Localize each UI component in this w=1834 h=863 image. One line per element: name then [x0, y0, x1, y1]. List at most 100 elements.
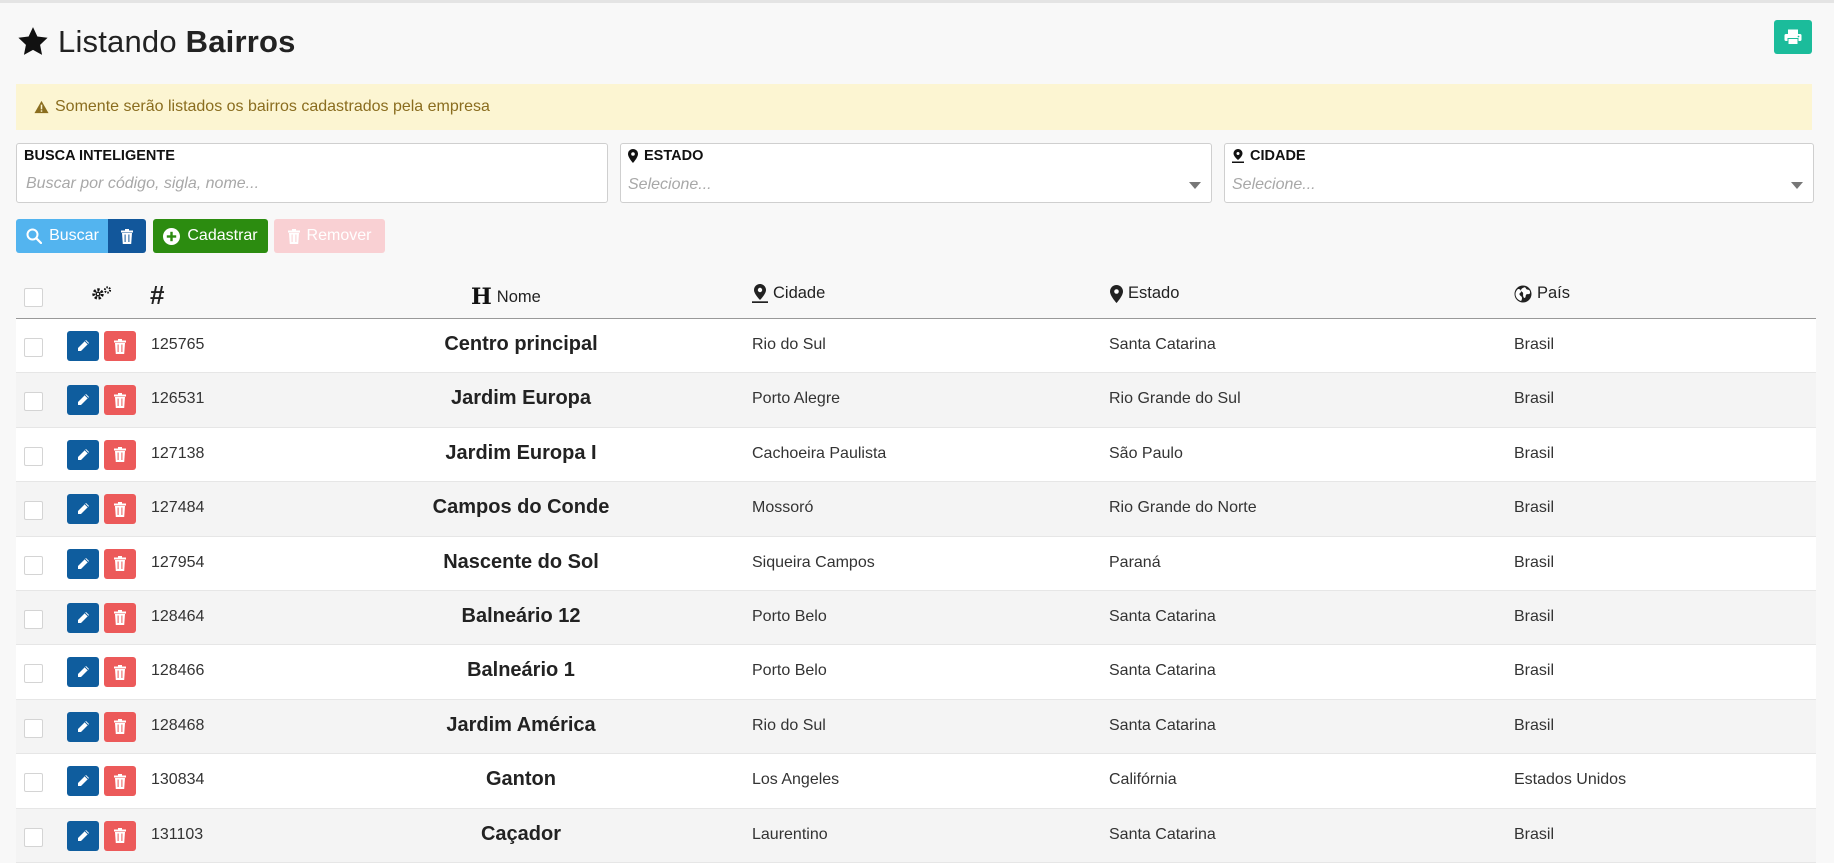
table-row: 127484 Campos do Conde Mossoró Rio Grand… [16, 482, 1816, 537]
edit-button[interactable] [67, 494, 99, 525]
trash-icon [114, 447, 126, 463]
alert-text: Somente serão listados os bairros cadast… [55, 98, 490, 115]
cell-pais: Brasil [1514, 499, 1555, 517]
edit-button[interactable] [67, 766, 99, 797]
cell-estado: Califórnia [1109, 771, 1177, 789]
cell-nome: Balneário 12 [461, 604, 581, 627]
delete-button[interactable] [104, 820, 136, 851]
delete-button[interactable] [104, 331, 136, 361]
cell-nome: Nascente do Sol [443, 550, 599, 573]
cell-pais: Brasil [1514, 444, 1555, 462]
cell-id: 127954 [151, 553, 205, 571]
delete-button[interactable] [104, 657, 136, 688]
cell-pais: Brasil [1514, 825, 1555, 843]
filter-cidade[interactable]: CIDADE Selecione... [1224, 143, 1814, 203]
row-checkbox[interactable] [24, 555, 43, 575]
cell-estado: Santa Catarina [1109, 607, 1216, 625]
cell-estado: Santa Catarina [1109, 662, 1216, 680]
remover-button[interactable]: Remover [274, 219, 385, 253]
edit-button[interactable] [67, 385, 99, 416]
table-row: 126531 Jardim Europa Porto Alegre Rio Gr… [16, 373, 1816, 428]
map-pin-icon [752, 284, 768, 303]
cell-nome: Jardim Europa [450, 387, 592, 410]
cell-estado: São Paulo [1109, 444, 1183, 462]
estado-select-value[interactable]: Selecione... [628, 176, 712, 194]
edit-button[interactable] [67, 657, 99, 688]
delete-button[interactable] [104, 711, 136, 742]
delete-button[interactable] [104, 439, 136, 470]
pencil-icon [78, 720, 89, 732]
map-pin-icon [1232, 149, 1244, 163]
row-checkbox[interactable] [24, 827, 43, 847]
chevron-down-icon[interactable] [1189, 182, 1201, 189]
cell-pais: Brasil [1514, 553, 1555, 571]
buscar-button[interactable]: Buscar [16, 219, 109, 253]
cell-id: 127138 [151, 444, 205, 462]
pencil-icon [78, 448, 89, 460]
print-button[interactable] [1774, 20, 1812, 54]
edit-button[interactable] [67, 602, 99, 633]
row-checkbox[interactable] [24, 664, 43, 684]
cell-nome: Campos do Conde [432, 496, 610, 519]
cell-id: 128466 [151, 662, 205, 680]
clear-filters-button[interactable] [108, 219, 146, 253]
cadastrar-button[interactable]: Cadastrar [153, 219, 268, 253]
row-checkbox[interactable] [24, 338, 43, 357]
delete-button[interactable] [104, 385, 136, 416]
table-row: 127138 Jardim Europa I Cachoeira Paulist… [16, 427, 1816, 483]
warning-icon [34, 100, 49, 114]
cell-cidade: Laurentino [752, 825, 828, 843]
pencil-icon [78, 611, 89, 623]
select-all-checkbox[interactable] [24, 288, 43, 307]
trash-icon [287, 228, 300, 244]
cell-cidade: Rio do Sul [752, 336, 826, 353]
cidade-select-value[interactable]: Selecione... [1232, 176, 1316, 194]
edit-button[interactable] [67, 548, 99, 579]
cell-id: 128464 [151, 607, 205, 625]
table-body: 125765 Centro principal Rio do Sul Santa… [16, 319, 1816, 863]
table-row: 125765 Centro principal Rio do Sul Santa… [16, 319, 1816, 374]
row-checkbox[interactable] [24, 392, 43, 412]
cell-cidade: Cachoeira Paulista [752, 444, 887, 462]
cell-cidade: Porto Belo [752, 662, 827, 680]
cell-cidade: Porto Alegre [752, 390, 841, 408]
delete-button[interactable] [104, 766, 136, 797]
search-input[interactable] [24, 174, 559, 194]
delete-button[interactable] [104, 602, 136, 633]
filter-busca: BUSCA INTELIGENTE [16, 143, 608, 203]
edit-button[interactable] [67, 331, 99, 361]
cell-cidade: Porto Belo [752, 607, 827, 625]
edit-button[interactable] [67, 820, 99, 851]
row-checkbox[interactable] [24, 773, 43, 793]
row-checkbox[interactable] [24, 718, 43, 738]
cell-id: 125765 [151, 336, 205, 353]
print-icon [1784, 29, 1802, 45]
row-checkbox[interactable] [24, 609, 43, 629]
pencil-icon [78, 394, 89, 406]
filter-estado-label: ESTADO [628, 148, 703, 164]
cell-cidade: Siqueira Campos [752, 553, 875, 571]
star-icon [18, 27, 48, 55]
chevron-down-icon[interactable] [1791, 182, 1803, 189]
row-checkbox[interactable] [24, 446, 43, 466]
cell-pais: Brasil [1514, 662, 1555, 680]
cell-estado: Santa Catarina [1109, 336, 1216, 353]
delete-button[interactable] [104, 494, 136, 525]
delete-button[interactable] [104, 548, 136, 579]
pencil-icon [78, 666, 89, 678]
pencil-icon [78, 503, 89, 515]
filter-estado[interactable]: ESTADO Selecione... [620, 143, 1212, 203]
trash-icon [114, 828, 126, 844]
row-checkbox[interactable] [24, 501, 43, 521]
cell-estado: Santa Catarina [1109, 716, 1216, 734]
top-border [0, 0, 1834, 3]
edit-button[interactable] [67, 439, 99, 470]
edit-button[interactable] [67, 711, 99, 742]
cell-cidade: Mossoró [752, 499, 814, 517]
cell-id: 128468 [151, 716, 205, 734]
cell-pais: Brasil [1514, 336, 1555, 353]
col-cidade-header: Cidade [752, 284, 825, 303]
trash-icon [114, 719, 126, 735]
trash-icon [114, 338, 126, 354]
cell-nome: Ganton [486, 768, 556, 791]
